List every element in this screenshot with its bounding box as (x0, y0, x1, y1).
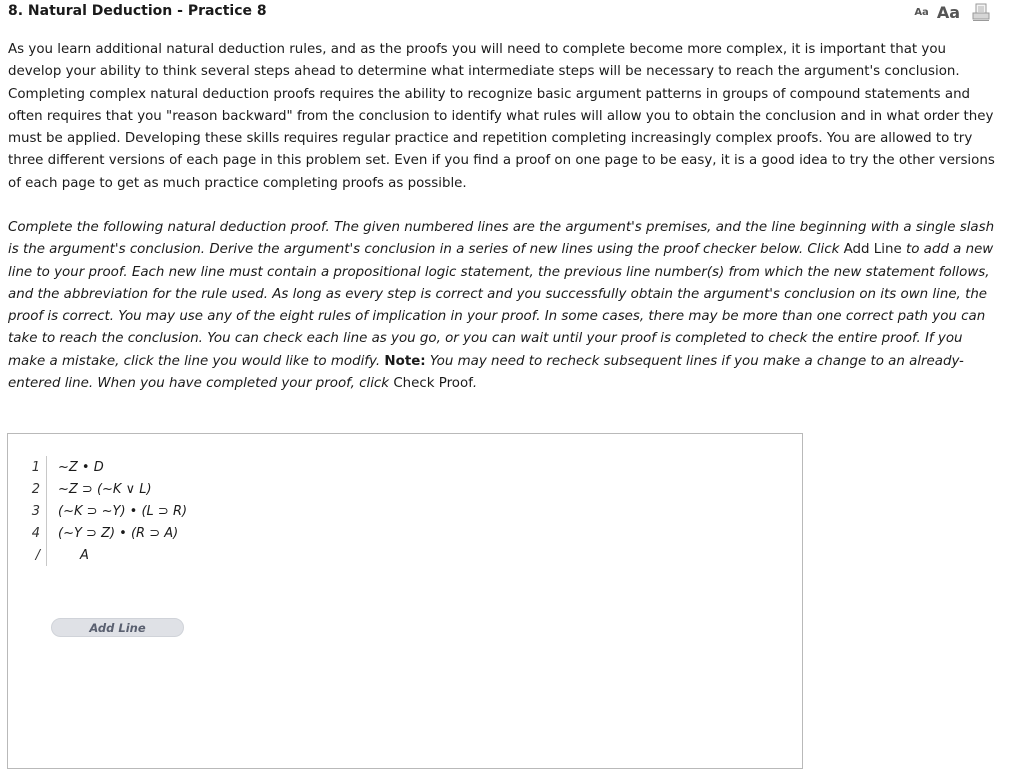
line-statement: (~Y ⊃ Z) • (R ⊃ A) (58, 526, 179, 541)
increase-font-button[interactable]: Aa (937, 3, 960, 22)
instructions-text-2: to add a new line to your proof. Each ne… (8, 242, 994, 369)
line-number: 2 (31, 482, 40, 497)
conclusion-statement: A (80, 548, 89, 563)
line-number: 3 (31, 504, 40, 519)
check-proof-reference: Check Proof (393, 376, 473, 392)
line-number: 1 (31, 460, 40, 475)
add-line-button[interactable]: Add Line (51, 618, 184, 637)
note-label: Note: (384, 353, 426, 369)
line-statement: (~K ⊃ ~Y) • (L ⊃ R) (58, 504, 188, 519)
add-line-reference: Add Line (843, 242, 902, 258)
page-header: 8. Natural Deduction - Practice 8 Aa Aa (8, 2, 1008, 22)
decrease-font-button[interactable]: Aa (914, 7, 929, 18)
instructions-text-4: . (472, 376, 478, 392)
line-statement: ~Z • D (58, 460, 104, 475)
toolbar: Aa Aa (914, 2, 990, 22)
printer-icon[interactable] (972, 3, 990, 21)
conclusion-slash: / (35, 548, 40, 563)
line-statement: ~Z ⊃ (~K ∨ L) (58, 482, 152, 497)
proof-checker: 1 ~Z • D 2 ~Z ⊃ (~K ∨ L) 3 (~K ⊃ ~Y) • (… (7, 433, 803, 769)
page-title: 8. Natural Deduction - Practice 8 (8, 3, 267, 19)
instructions-paragraph: Complete the following natural deduction… (8, 217, 1000, 395)
line-number: 4 (31, 526, 40, 541)
intro-paragraph: As you learn additional natural deductio… (8, 42, 995, 191)
line-number-divider (46, 456, 47, 566)
